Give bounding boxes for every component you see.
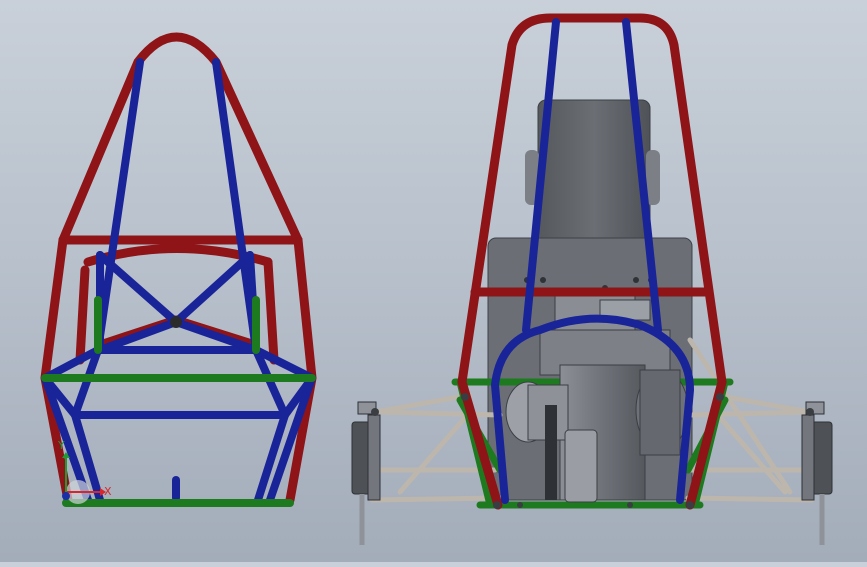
cad-viewport[interactable]: X Y: [0, 0, 867, 562]
frame-rear-view[interactable]: [351, 13, 833, 545]
clutch-housing: [564, 429, 598, 503]
frame-side-view[interactable]: [40, 32, 317, 507]
triad-y-label: Y: [58, 439, 65, 452]
model-canvas[interactable]: [0, 0, 867, 562]
sprocket: [545, 405, 557, 500]
wheel-hub-right: [801, 401, 833, 545]
node-joint: [170, 316, 182, 328]
z-axis-marker: [62, 492, 70, 500]
wheel-hub-left: [351, 401, 381, 545]
triad-x-label: X: [104, 485, 112, 498]
main-hoop-side: [40, 32, 317, 505]
